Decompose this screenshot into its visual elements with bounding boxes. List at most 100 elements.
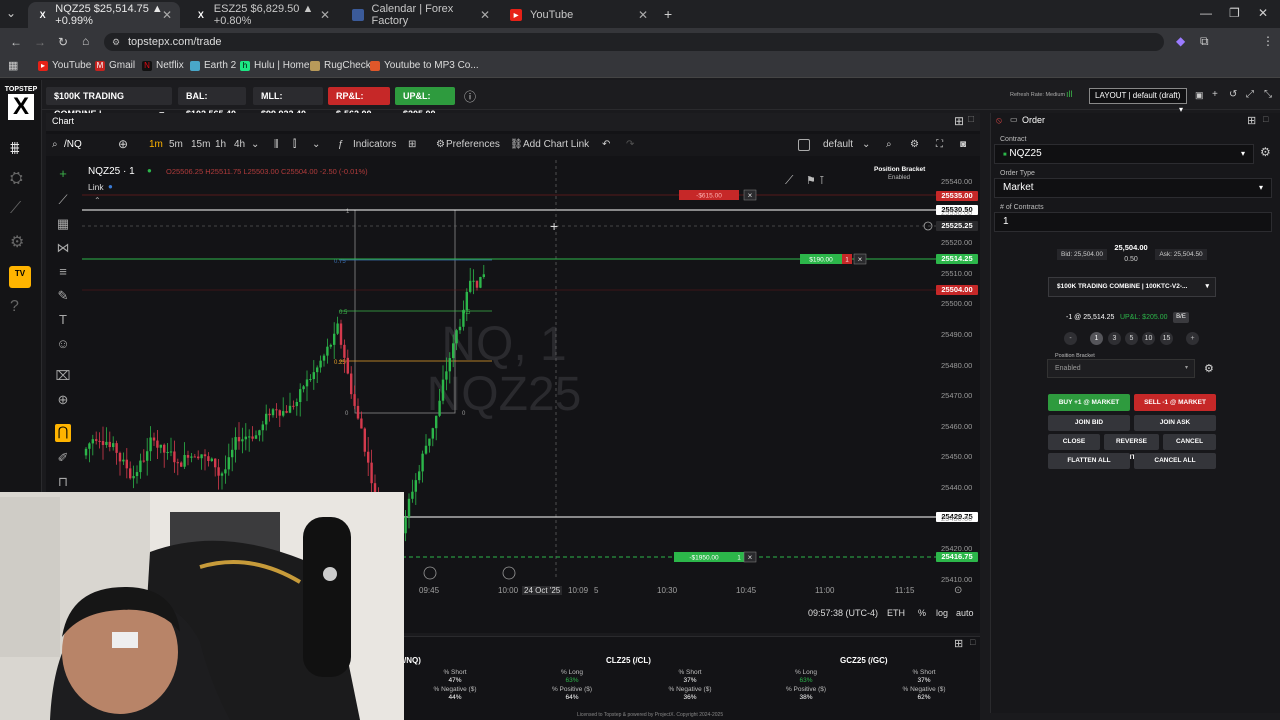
bookmark-youtube[interactable]: ▸ YouTube bbox=[38, 60, 91, 71]
minimize-icon[interactable]: — bbox=[1200, 6, 1212, 20]
bookmark-yt-mp3[interactable]: Youtube to MP3 Co... bbox=[370, 60, 479, 71]
order-type-select[interactable]: Market ▾ bbox=[994, 178, 1272, 198]
draw-bar-icon[interactable]: ⊺ bbox=[819, 175, 825, 187]
link-icon[interactable]: ⛓ bbox=[510, 139, 523, 150]
camera-icon[interactable]: ◙ bbox=[960, 139, 966, 150]
add-panel-icon[interactable]: ⊞ bbox=[954, 114, 964, 128]
account-select[interactable]: $100K TRADING COMBINE | 100KTC-V2-... ▾ bbox=[1048, 277, 1216, 297]
chevron-down-icon[interactable]: ⌄ bbox=[862, 139, 870, 150]
extension-icon[interactable]: ◆ bbox=[1176, 34, 1185, 48]
collapse-icon[interactable]: ⌃ bbox=[94, 196, 101, 205]
undo-icon[interactable]: ↶ bbox=[602, 139, 610, 150]
tab-youtube[interactable]: ▶ YouTube ✕ bbox=[500, 2, 656, 28]
add-panel-icon[interactable]: ⊞ bbox=[1247, 114, 1256, 127]
event-marker-icon[interactable] bbox=[423, 566, 437, 580]
contract-settings-icon[interactable]: ⚙ bbox=[1260, 145, 1271, 159]
close-icon[interactable]: ✕ bbox=[320, 8, 330, 22]
fullscreen-icon[interactable]: ⤡ bbox=[1264, 89, 1272, 100]
contracts-input[interactable]: 1 bbox=[994, 212, 1272, 232]
extensions-puzzle-icon[interactable]: ⧉ bbox=[1200, 34, 1209, 49]
bookmark-rugcheck[interactable]: RugCheck bbox=[310, 60, 371, 71]
indicators-icon[interactable]: ƒ bbox=[338, 139, 344, 150]
qty-decrement-button[interactable]: - bbox=[1064, 332, 1077, 345]
join-bid-button[interactable]: JOIN BID bbox=[1048, 415, 1130, 431]
qty-preset-10[interactable]: 10 bbox=[1142, 332, 1155, 345]
event-marker-icon[interactable] bbox=[502, 566, 516, 580]
bookmark-gmail[interactable]: M Gmail bbox=[95, 60, 135, 71]
sell-market-button[interactable]: SELL -1 @ MARKET bbox=[1134, 394, 1216, 411]
tab-nqz25[interactable]: X NQZ25 $25,514.75 ▲ +0.99% ✕ bbox=[28, 2, 180, 28]
window-close-icon[interactable]: ✕ bbox=[1258, 6, 1268, 20]
analytics-icon[interactable]: ⟋ bbox=[10, 200, 21, 218]
save-layout-icon[interactable]: ▣ bbox=[1195, 90, 1204, 101]
tab-esz25[interactable]: X ESZ25 $6,829.50 ▲ +0.80% ✕ bbox=[186, 2, 338, 28]
lock-icon[interactable]: ⊓ bbox=[55, 474, 71, 490]
reverse-position-button[interactable]: REVERSE POSITION bbox=[1104, 434, 1159, 461]
trade-icon[interactable]: ⩩ bbox=[10, 138, 20, 159]
axis-settings-icon[interactable]: ⊙ bbox=[954, 585, 962, 596]
reset-layout-icon[interactable]: ↺ bbox=[1229, 89, 1237, 100]
preferences-button[interactable]: Preferences bbox=[446, 139, 500, 150]
close-icon[interactable]: ✕ bbox=[162, 8, 172, 22]
reload-icon[interactable]: ↻ bbox=[58, 35, 68, 49]
qty-increment-button[interactable]: + bbox=[1186, 332, 1199, 345]
fib-grid-icon[interactable]: ▦ bbox=[55, 216, 71, 232]
cancel-orders-button[interactable]: CANCEL ORDERS bbox=[1163, 434, 1216, 461]
join-ask-button[interactable]: JOIN ASK bbox=[1134, 415, 1216, 431]
chart-link-label[interactable]: Link bbox=[88, 182, 104, 192]
info-icon[interactable]: ⓘ bbox=[464, 88, 476, 105]
home-icon[interactable]: ⌂ bbox=[82, 34, 89, 48]
draw-flag-icon[interactable]: ⚑ bbox=[806, 175, 816, 187]
close-icon[interactable]: ✕ bbox=[480, 8, 490, 22]
qty-preset-3[interactable]: 3 bbox=[1108, 332, 1121, 345]
ruler-icon[interactable]: ⌧ bbox=[55, 368, 71, 384]
ask-price[interactable]: Ask: 25,504.50 bbox=[1155, 249, 1207, 260]
account-select[interactable]: $100K TRADING COMBINE |... ▾ bbox=[46, 87, 172, 119]
indicators-button[interactable]: Indicators bbox=[353, 139, 396, 150]
close-icon[interactable]: ✕ bbox=[638, 8, 648, 22]
timeframe-1m[interactable]: 1m bbox=[149, 139, 163, 150]
site-info-icon[interactable]: ⚙ bbox=[112, 33, 120, 51]
draw-line-icon[interactable]: ⟋ bbox=[785, 173, 794, 187]
panel-menu-icon[interactable]: □ bbox=[968, 114, 974, 125]
chart-type-icon[interactable]: ⫼ bbox=[274, 139, 279, 150]
forward-icon[interactable]: → bbox=[34, 35, 46, 49]
brush-icon[interactable]: ✎ bbox=[55, 288, 71, 304]
zoom-in-icon[interactable]: ⊕ bbox=[55, 392, 71, 408]
timeframe-4h[interactable]: 4h bbox=[234, 139, 245, 150]
new-tab-icon[interactable]: + bbox=[664, 6, 672, 22]
qty-preset-15[interactable]: 15 bbox=[1160, 332, 1173, 345]
bookmark-earth2[interactable]: Earth 2 bbox=[190, 60, 236, 71]
candle-style-icon[interactable]: ⫿ bbox=[293, 139, 296, 150]
bookmark-netflix[interactable]: N Netflix bbox=[142, 60, 184, 71]
back-icon[interactable]: ← bbox=[10, 35, 22, 49]
layout-checkbox[interactable] bbox=[798, 139, 810, 151]
search-icon[interactable]: ⌕ bbox=[52, 139, 58, 150]
crosshair-icon[interactable]: + bbox=[55, 166, 71, 181]
buy-market-button[interactable]: BUY +1 @ MARKET bbox=[1048, 394, 1130, 411]
contract-select[interactable]: ■ NQZ25 ▾ bbox=[994, 144, 1254, 164]
help-icon[interactable]: ? bbox=[10, 298, 19, 316]
tv-live-icon[interactable]: TV bbox=[9, 266, 31, 288]
symbol-search-input[interactable]: /NQ bbox=[64, 139, 82, 150]
timeframe-5m[interactable]: 5m bbox=[169, 139, 183, 150]
text-tool-icon[interactable]: T bbox=[55, 312, 71, 327]
auto-toggle[interactable]: auto bbox=[956, 608, 974, 618]
trendline-icon[interactable]: ⟋ bbox=[55, 192, 71, 208]
menu-kebab-icon[interactable]: ⋮ bbox=[1262, 34, 1274, 48]
fib-retracement-icon[interactable]: ≡ bbox=[55, 264, 71, 279]
restore-icon[interactable]: ❐ bbox=[1229, 6, 1240, 20]
bracket-settings-icon[interactable]: ⚙ bbox=[1204, 362, 1214, 375]
timeframe-1h[interactable]: 1h bbox=[215, 139, 226, 150]
chevron-down-icon[interactable]: ⌄ bbox=[251, 139, 259, 150]
chevron-down-icon[interactable]: ⌄ bbox=[312, 139, 320, 150]
percent-toggle[interactable]: % bbox=[918, 608, 926, 618]
breakeven-button[interactable]: B/E bbox=[1173, 312, 1189, 323]
bracket-select[interactable]: Enabled ▾ bbox=[1047, 359, 1195, 378]
fullscreen-icon[interactable]: ⛶ bbox=[936, 139, 943, 150]
add-layout-icon[interactable]: + bbox=[1212, 89, 1218, 100]
address-input[interactable]: ⚙ topstepx.com/trade bbox=[104, 33, 1164, 51]
templates-icon[interactable]: ⊞ bbox=[408, 139, 416, 150]
magnet-icon[interactable]: ⋂ bbox=[55, 424, 71, 442]
qty-preset-5[interactable]: 5 bbox=[1125, 332, 1138, 345]
